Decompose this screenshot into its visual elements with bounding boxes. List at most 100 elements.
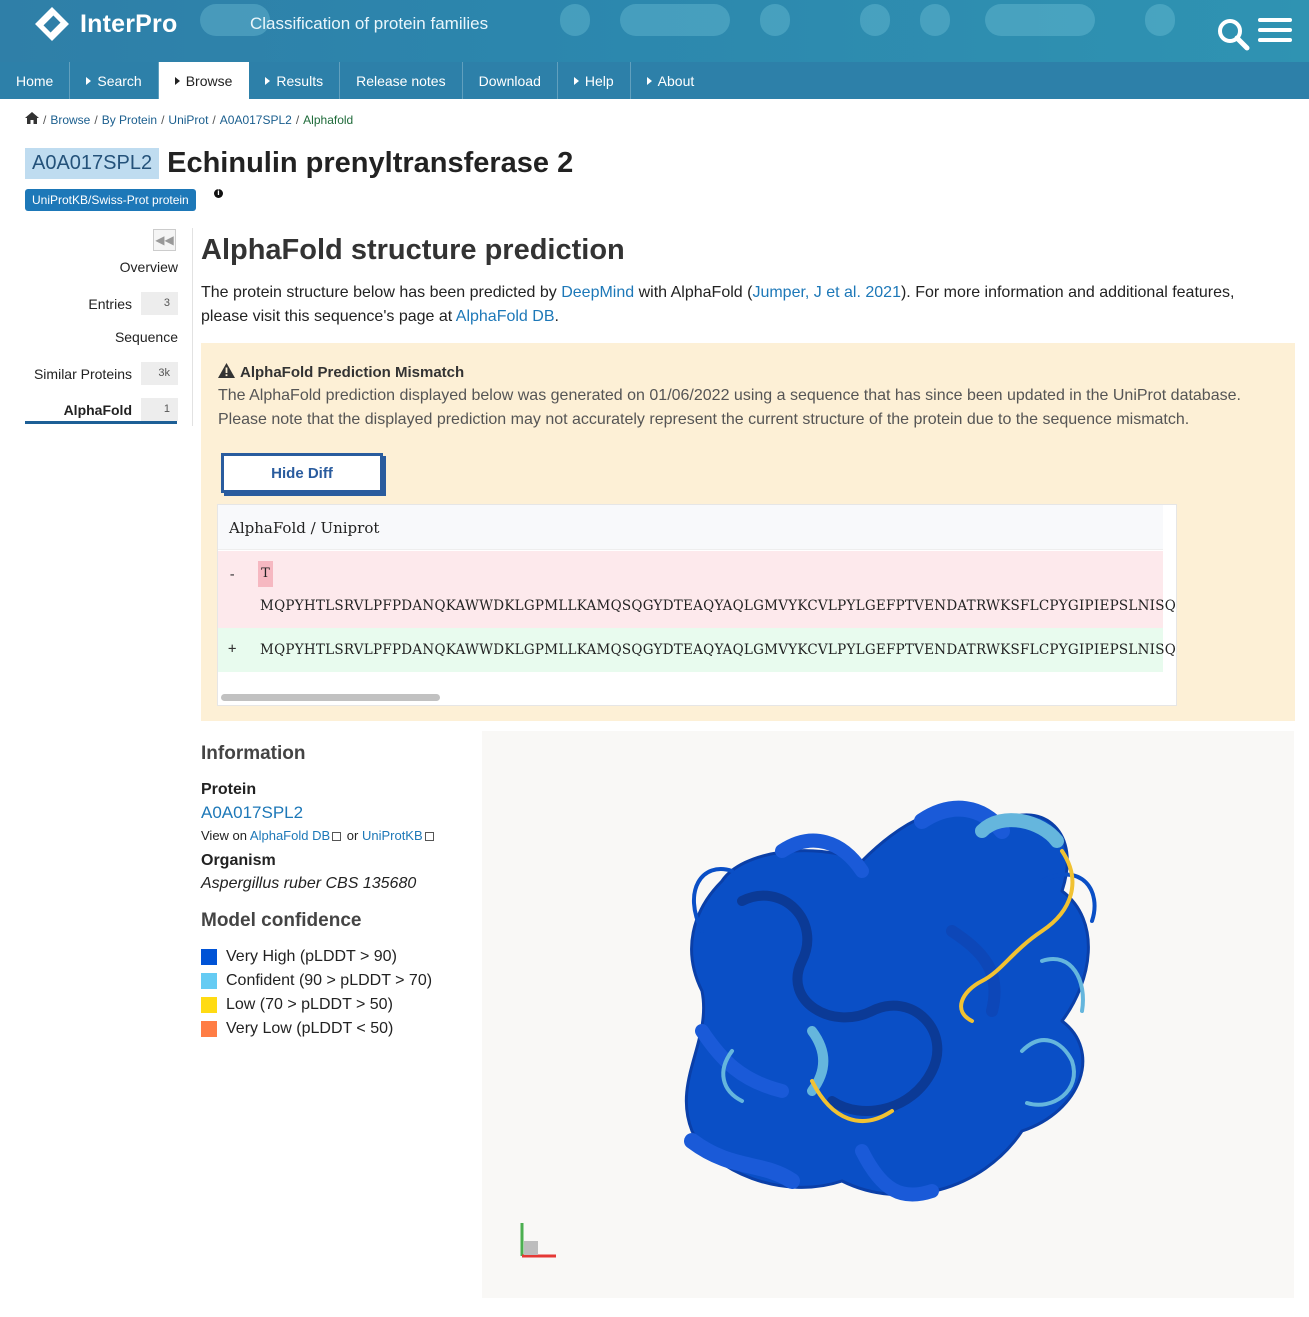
side-item-label: Entries bbox=[88, 295, 132, 312]
header-decoration bbox=[985, 4, 1095, 36]
deepmind-link[interactable]: DeepMind bbox=[561, 284, 634, 301]
nav-results[interactable]: Results bbox=[249, 62, 341, 99]
nav-label: Results bbox=[276, 72, 324, 89]
count-badge: 3 bbox=[141, 292, 178, 315]
header-decoration bbox=[860, 4, 890, 36]
side-item-overview[interactable]: Overview bbox=[120, 259, 178, 275]
breadcrumb-current: Alphafold bbox=[303, 112, 354, 127]
side-item-label: AlphaFold bbox=[63, 401, 132, 418]
intro-text: The protein structure below has been pre… bbox=[201, 284, 1235, 325]
header-decoration bbox=[920, 4, 950, 36]
sequence-diff: AlphaFold / Uniprot - T MQPYHTLSRVLPFPDA… bbox=[217, 504, 1177, 706]
database-badge[interactable]: UniProtKB/Swiss-Prot protein bbox=[25, 189, 196, 211]
citation-link[interactable]: Jumper, J et al. 2021 bbox=[752, 284, 901, 301]
breadcrumb: / Browse / By Protein / UniProt / A0A017… bbox=[25, 112, 353, 127]
breadcrumb-uniprot[interactable]: UniProt bbox=[168, 113, 208, 127]
tagline: Classification of protein families bbox=[250, 14, 489, 33]
nav-label: Browse bbox=[185, 72, 233, 89]
legend-very-low: Very Low (pLDDT < 50) bbox=[201, 1020, 393, 1038]
accession-badge: A0A017SPL2 bbox=[25, 148, 160, 179]
side-item-entries[interactable]: Entries 3 bbox=[88, 292, 178, 315]
nav-label: Download bbox=[478, 72, 541, 89]
collapse-menu-icon[interactable]: ◀◀ bbox=[153, 229, 176, 251]
legend-swatch bbox=[201, 997, 217, 1013]
caret-right-icon bbox=[646, 76, 652, 85]
side-item-label: Sequence bbox=[114, 329, 178, 345]
alphafold-db-external-link[interactable]: AlphaFold DB bbox=[250, 828, 330, 843]
active-indicator bbox=[25, 421, 177, 424]
nav-help[interactable]: Help bbox=[558, 62, 631, 99]
caret-right-icon bbox=[86, 76, 92, 85]
warning-icon bbox=[218, 363, 235, 382]
nav-label: Release notes bbox=[356, 72, 446, 89]
protein-label: Protein bbox=[201, 781, 257, 798]
organism-label: Organism bbox=[201, 852, 276, 869]
alphafold-db-link[interactable]: AlphaFold DB bbox=[456, 308, 555, 325]
breadcrumb-accession[interactable]: A0A017SPL2 bbox=[220, 113, 292, 127]
hamburger-menu-icon[interactable] bbox=[1258, 18, 1292, 48]
nav-browse[interactable]: Browse bbox=[158, 62, 250, 99]
diff-deleted-row: - T MQPYHTLSRVLPFPDANQKAWWDKLGPMLLKAMQSQ… bbox=[218, 551, 1176, 628]
scrollbar-thumb[interactable] bbox=[221, 694, 440, 701]
information-heading: Information bbox=[201, 743, 306, 764]
count-badge: 1 bbox=[141, 398, 178, 421]
home-icon[interactable] bbox=[25, 112, 39, 127]
search-icon[interactable] bbox=[1215, 16, 1251, 52]
nav-label: Search bbox=[97, 72, 142, 89]
header-decoration bbox=[620, 4, 730, 36]
horizontal-scrollbar[interactable] bbox=[218, 691, 1163, 703]
organism-name: Aspergillus ruber CBS 135680 bbox=[201, 875, 417, 892]
nav-label: Home bbox=[16, 72, 54, 89]
header-decoration bbox=[760, 4, 790, 36]
nav-label: Help bbox=[584, 72, 614, 89]
masthead: InterPro Classification of protein famil… bbox=[0, 0, 1309, 62]
hide-diff-button[interactable]: Hide Diff bbox=[221, 453, 383, 493]
legend-confident: Confident (90 > pLDDT > 70) bbox=[201, 972, 432, 990]
protein-structure-image[interactable] bbox=[482, 731, 1294, 1298]
page-title: Echinulin prenyltransferase 2 bbox=[167, 147, 574, 179]
protein-accession-link[interactable]: A0A017SPL2 bbox=[201, 803, 303, 823]
diff-header: AlphaFold / Uniprot bbox=[218, 505, 1163, 550]
main-navigation: Home Search Browse Results Release notes… bbox=[0, 62, 1309, 99]
legend-very-high: Very High (pLDDT > 90) bbox=[201, 948, 397, 966]
legend-low: Low (70 > pLDDT > 50) bbox=[201, 996, 393, 1014]
breadcrumb-by-protein[interactable]: By Protein bbox=[102, 113, 157, 127]
external-link-icon bbox=[424, 832, 434, 841]
caret-right-icon bbox=[265, 76, 271, 85]
header-decoration bbox=[560, 4, 590, 36]
model-confidence-heading: Model confidence bbox=[201, 910, 362, 931]
info-icon[interactable]: i bbox=[214, 189, 223, 198]
external-link-icon bbox=[332, 832, 342, 841]
interpro-logo[interactable]: InterPro bbox=[32, 4, 177, 44]
nav-download[interactable]: Download bbox=[463, 62, 558, 99]
logo-text: InterPro bbox=[80, 9, 178, 38]
interpro-logo-icon bbox=[32, 4, 72, 44]
legend-swatch bbox=[201, 973, 217, 989]
nav-label: About bbox=[657, 72, 695, 89]
deleted-char: T bbox=[258, 561, 273, 587]
side-item-alphafold[interactable]: AlphaFold 1 bbox=[64, 398, 178, 421]
added-sequence: MQPYHTLSRVLPFPDANQKAWWDKLGPMLLKAMQSQGYDT… bbox=[260, 642, 1177, 658]
callout-title: AlphaFold Prediction Mismatch bbox=[218, 363, 464, 382]
count-badge: 3k bbox=[141, 362, 178, 385]
diff-minus: - bbox=[228, 567, 237, 583]
view-on-links: View on AlphaFold DB or UniProtKB bbox=[201, 828, 436, 843]
section-heading: AlphaFold structure prediction bbox=[201, 234, 625, 266]
header-decoration bbox=[1145, 4, 1175, 36]
nav-release-notes[interactable]: Release notes bbox=[340, 62, 463, 99]
breadcrumb-browse[interactable]: Browse bbox=[50, 113, 90, 127]
nav-about[interactable]: About bbox=[631, 62, 711, 99]
uniprotkb-external-link[interactable]: UniProtKB bbox=[362, 828, 423, 843]
nav-home[interactable]: Home bbox=[0, 62, 71, 99]
side-menu: ◀◀ Overview Entries 3 Sequence Similar P… bbox=[25, 228, 193, 426]
caret-right-icon bbox=[174, 76, 180, 85]
side-item-similar-proteins[interactable]: Similar Proteins 3k bbox=[34, 362, 178, 385]
legend-swatch bbox=[201, 1021, 217, 1037]
callout-text: The AlphaFold prediction displayed below… bbox=[218, 387, 1241, 428]
nav-search[interactable]: Search bbox=[70, 62, 159, 99]
structure-viewer[interactable] bbox=[482, 731, 1294, 1298]
mismatch-callout: AlphaFold Prediction Mismatch The AlphaF… bbox=[201, 343, 1295, 721]
diff-plus: + bbox=[228, 641, 237, 657]
side-item-sequence[interactable]: Sequence bbox=[115, 329, 178, 345]
side-item-label: Similar Proteins bbox=[33, 365, 132, 382]
